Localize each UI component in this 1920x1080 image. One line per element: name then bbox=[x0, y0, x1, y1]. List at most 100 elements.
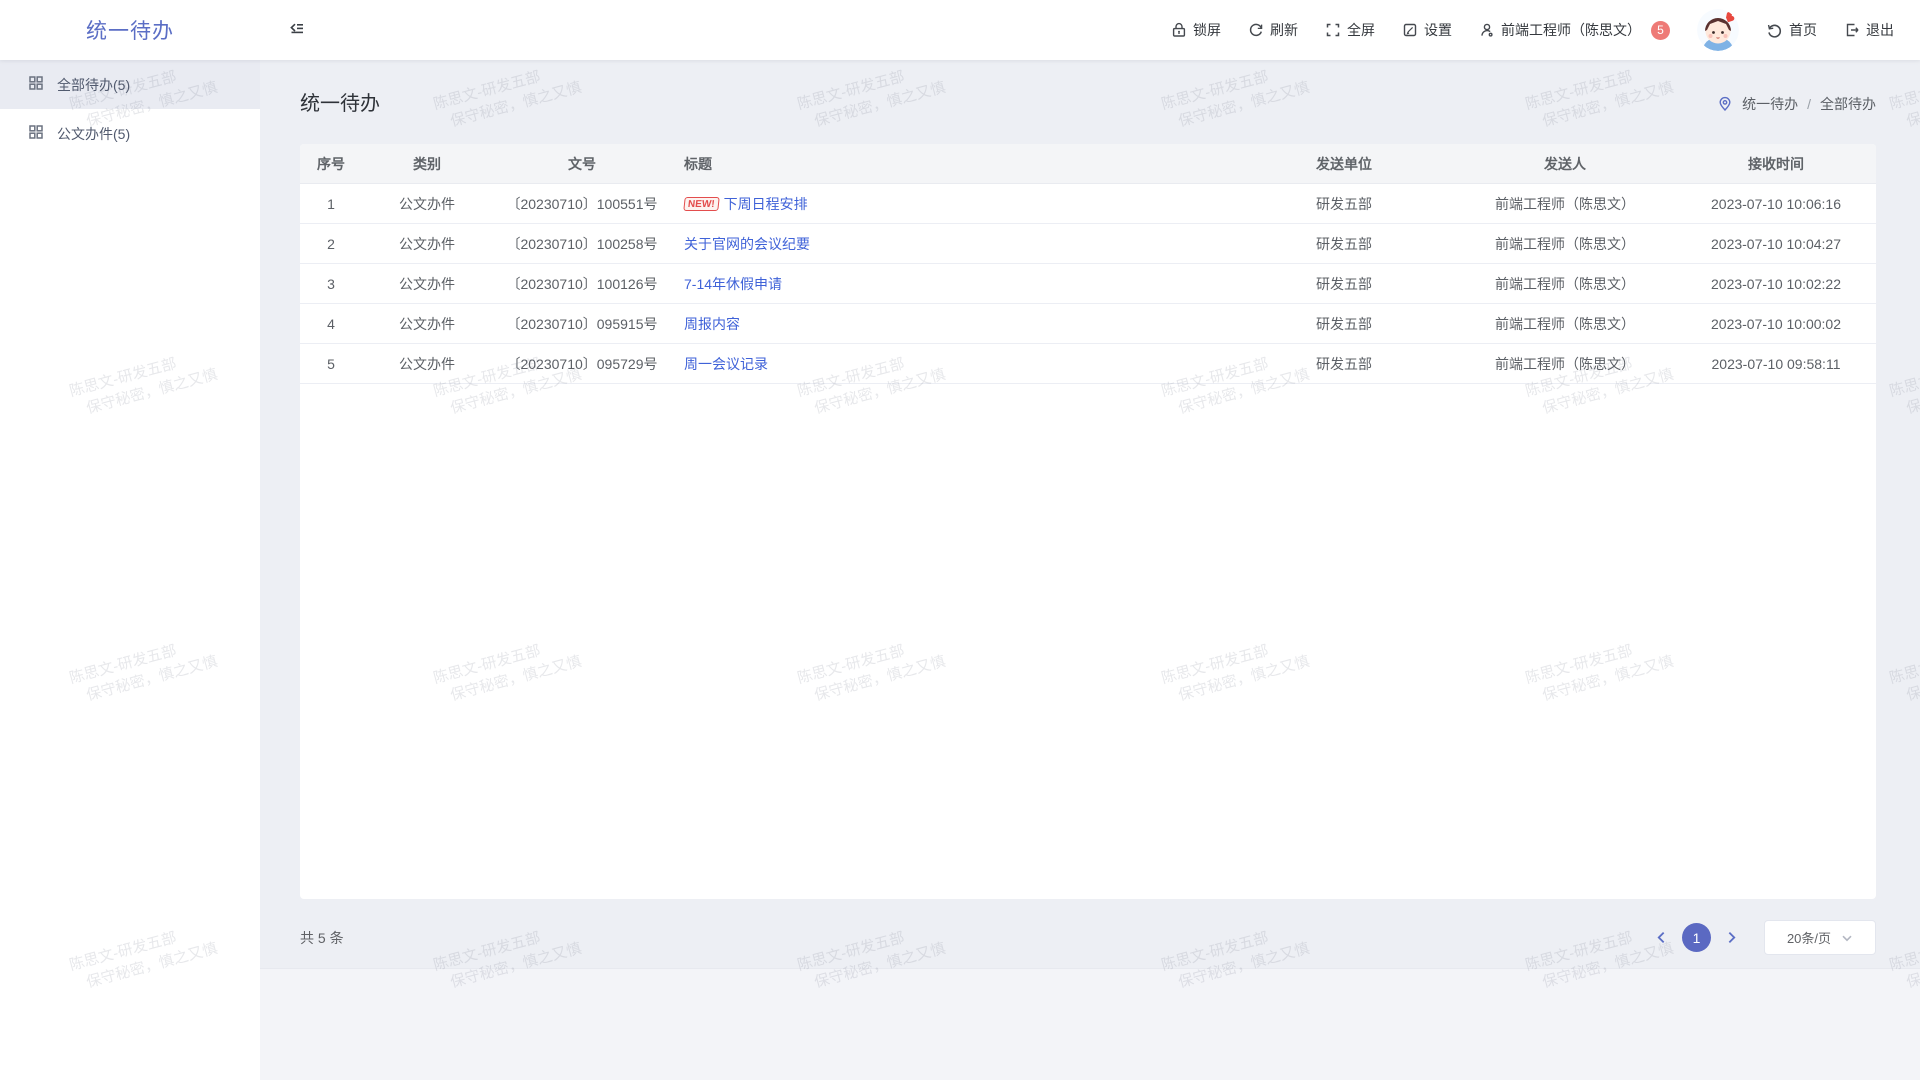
row-title: 周报内容 bbox=[672, 314, 1234, 334]
settings-button[interactable]: 设置 bbox=[1402, 20, 1452, 40]
home-label: 首页 bbox=[1789, 20, 1817, 40]
user-icon bbox=[1479, 22, 1495, 38]
table-row: 3公文办件〔20230710〕100126号7-14年休假申请研发五部前端工程师… bbox=[300, 264, 1876, 304]
settings-label: 设置 bbox=[1424, 20, 1452, 40]
sidebar-item-label: 公文办件(5) bbox=[57, 124, 130, 144]
lock-screen-button[interactable]: 锁屏 bbox=[1171, 20, 1221, 40]
row-category: 公文办件 bbox=[362, 314, 492, 334]
row-title: NEW! 下周日程安排 bbox=[672, 194, 1234, 214]
row-title: 关于官网的会议纪要 bbox=[672, 234, 1234, 254]
row-sender: 前端工程师（陈思文） bbox=[1454, 234, 1676, 254]
row-category: 公文办件 bbox=[362, 234, 492, 254]
row-time: 2023-07-10 10:04:27 bbox=[1676, 236, 1876, 252]
footer-strip bbox=[260, 968, 1920, 1080]
total-count: 共 5 条 bbox=[300, 928, 344, 948]
edit-settings-icon bbox=[1402, 22, 1418, 38]
column-header: 发送人 bbox=[1454, 154, 1676, 174]
page-size-select[interactable]: 20条/页 bbox=[1764, 920, 1876, 955]
topbar: 统一待办 锁屏 刷新 bbox=[0, 0, 1920, 60]
row-seq: 1 bbox=[300, 196, 362, 212]
app-logo-title: 统一待办 bbox=[0, 15, 260, 45]
row-time: 2023-07-10 10:06:16 bbox=[1676, 196, 1876, 212]
row-category: 公文办件 bbox=[362, 354, 492, 374]
grid-icon bbox=[28, 75, 44, 94]
row-unit: 研发五部 bbox=[1234, 354, 1454, 374]
row-title: 7-14年休假申请 bbox=[672, 274, 1234, 294]
column-header: 发送单位 bbox=[1234, 154, 1454, 174]
refresh-icon bbox=[1248, 22, 1264, 38]
user-avatar[interactable] bbox=[1697, 9, 1739, 51]
row-seq: 5 bbox=[300, 356, 362, 372]
column-header: 文号 bbox=[492, 154, 672, 174]
new-badge: NEW! bbox=[683, 197, 719, 211]
next-page-button[interactable] bbox=[1725, 931, 1738, 944]
row-unit: 研发五部 bbox=[1234, 234, 1454, 254]
table-row: 2公文办件〔20230710〕100258号关于官网的会议纪要 研发五部前端工程师… bbox=[300, 224, 1876, 264]
main-content: 统一待办 统一待办 / 全部待办 序号类别文号标题发送单位发送人接收时间 1公文… bbox=[260, 60, 1920, 1080]
pagination-bar: 共 5 条 1 20条/页 bbox=[300, 920, 1876, 955]
page-header: 统一待办 统一待办 / 全部待办 bbox=[260, 60, 1920, 144]
pager: 1 20条/页 bbox=[1655, 920, 1876, 955]
column-header: 序号 bbox=[300, 154, 362, 174]
grid-icon bbox=[28, 124, 44, 143]
page-size-value: 20条/页 bbox=[1787, 928, 1831, 947]
breadcrumb-current: 全部待办 bbox=[1820, 94, 1876, 114]
table-row: 5公文办件〔20230710〕095729号周一会议记录 研发五部前端工程师（陈思… bbox=[300, 344, 1876, 384]
row-unit: 研发五部 bbox=[1234, 274, 1454, 294]
current-user[interactable]: 前端工程师（陈思文） 5 bbox=[1479, 20, 1670, 40]
back-home-icon bbox=[1766, 22, 1783, 39]
topbar-actions: 锁屏 刷新 全屏 设置 bbox=[1171, 9, 1920, 51]
column-header: 标题 bbox=[672, 154, 1234, 174]
row-seq: 2 bbox=[300, 236, 362, 252]
row-docno: 〔20230710〕100551号 bbox=[492, 194, 672, 214]
row-time: 2023-07-10 10:00:02 bbox=[1676, 316, 1876, 332]
lock-icon bbox=[1171, 22, 1187, 38]
home-button[interactable]: 首页 bbox=[1766, 20, 1817, 40]
row-title: 周一会议记录 bbox=[672, 354, 1234, 374]
breadcrumb-separator: / bbox=[1807, 96, 1811, 112]
row-category: 公文办件 bbox=[362, 274, 492, 294]
sidebar-item-all-todo[interactable]: 全部待办(5) bbox=[0, 60, 260, 109]
document-title-link[interactable]: 周一会议记录 bbox=[684, 354, 768, 374]
logout-label: 退出 bbox=[1866, 20, 1894, 40]
prev-page-button[interactable] bbox=[1655, 931, 1668, 944]
row-sender: 前端工程师（陈思文） bbox=[1454, 314, 1676, 334]
lock-screen-label: 锁屏 bbox=[1193, 20, 1221, 40]
row-time: 2023-07-10 09:58:11 bbox=[1676, 356, 1876, 372]
row-time: 2023-07-10 10:02:22 bbox=[1676, 276, 1876, 292]
row-docno: 〔20230710〕095729号 bbox=[492, 354, 672, 374]
table-header-row: 序号类别文号标题发送单位发送人接收时间 bbox=[300, 144, 1876, 184]
document-title-link[interactable]: 下周日程安排 bbox=[724, 194, 808, 214]
row-seq: 3 bbox=[300, 276, 362, 292]
table-row: 1公文办件〔20230710〕100551号NEW!下周日程安排研发五部前端工程… bbox=[300, 184, 1876, 224]
column-header: 类别 bbox=[362, 154, 492, 174]
row-category: 公文办件 bbox=[362, 194, 492, 214]
breadcrumb: 统一待办 / 全部待办 bbox=[1717, 94, 1876, 114]
table-row: 4公文办件〔20230710〕095915号周报内容 研发五部前端工程师（陈思文）… bbox=[300, 304, 1876, 344]
sidebar-item-official-docs[interactable]: 公文办件(5) bbox=[0, 109, 260, 158]
document-title-link[interactable]: 关于官网的会议纪要 bbox=[684, 234, 810, 254]
refresh-button[interactable]: 刷新 bbox=[1248, 20, 1298, 40]
row-docno: 〔20230710〕095915号 bbox=[492, 314, 672, 334]
row-seq: 4 bbox=[300, 316, 362, 332]
row-sender: 前端工程师（陈思文） bbox=[1454, 274, 1676, 294]
todo-count-badge: 5 bbox=[1651, 21, 1670, 40]
refresh-label: 刷新 bbox=[1270, 20, 1298, 40]
menu-fold-icon bbox=[288, 19, 306, 42]
location-pin-icon bbox=[1717, 96, 1733, 112]
logout-button[interactable]: 退出 bbox=[1844, 20, 1894, 40]
sidebar-item-label: 全部待办(5) bbox=[57, 75, 130, 95]
table-body: 1公文办件〔20230710〕100551号NEW!下周日程安排研发五部前端工程… bbox=[300, 184, 1876, 384]
document-title-link[interactable]: 周报内容 bbox=[684, 314, 740, 334]
fullscreen-button[interactable]: 全屏 bbox=[1325, 20, 1375, 40]
user-name-label: 前端工程师（陈思文） bbox=[1501, 20, 1641, 40]
row-docno: 〔20230710〕100258号 bbox=[492, 234, 672, 254]
fullscreen-icon bbox=[1325, 22, 1341, 38]
row-sender: 前端工程师（陈思文） bbox=[1454, 354, 1676, 374]
sidebar-collapse-button[interactable] bbox=[288, 19, 306, 42]
page-number-button[interactable]: 1 bbox=[1682, 923, 1711, 952]
row-unit: 研发五部 bbox=[1234, 314, 1454, 334]
breadcrumb-root[interactable]: 统一待办 bbox=[1742, 94, 1798, 114]
sidebar: 全部待办(5) 公文办件(5) bbox=[0, 60, 260, 1080]
document-title-link[interactable]: 7-14年休假申请 bbox=[684, 274, 782, 294]
